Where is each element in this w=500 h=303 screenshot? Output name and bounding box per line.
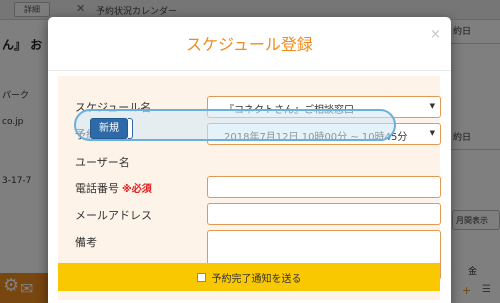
notify-label: 予約完了通知を送る: [211, 273, 302, 285]
phone-label: 電話番号 ※必須: [75, 180, 152, 196]
phone-label-text: 電話番号: [75, 182, 119, 195]
schedule-register-modal: スケジュール登録 × スケジュール名 『コネクトさん』ご相談窓口 ▼ 予約日時 …: [48, 17, 451, 303]
close-icon[interactable]: ×: [430, 27, 441, 42]
new-user-button[interactable]: 新規: [90, 118, 128, 139]
chevron-down-icon: ▼: [429, 129, 435, 137]
phone-input[interactable]: [207, 176, 441, 198]
user-name-label: ユーザー名: [75, 156, 130, 169]
notify-checkbox-bar[interactable]: 予約完了通知を送る: [58, 263, 440, 291]
modal-title: スケジュール登録: [186, 35, 313, 54]
new-user-toggle[interactable]: [128, 118, 133, 139]
required-badge: ※必須: [122, 184, 152, 195]
notify-checkbox[interactable]: [196, 272, 206, 282]
email-label: メールアドレス: [75, 209, 152, 222]
notify-row: 予約完了通知を送る: [58, 263, 440, 291]
notes-label: 備考: [75, 236, 97, 249]
chevron-down-icon: ▼: [429, 102, 435, 110]
divider: [48, 70, 451, 71]
email-input[interactable]: [207, 203, 441, 225]
